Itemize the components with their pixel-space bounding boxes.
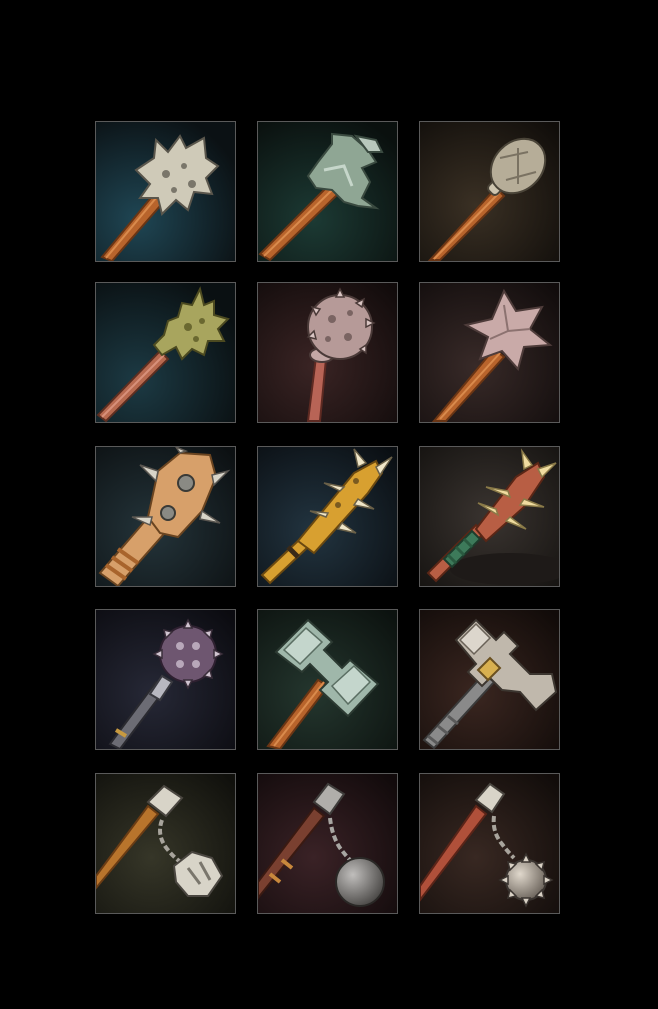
ribbed-steel-mace-icon: [420, 122, 559, 261]
inventory-slot-8[interactable]: [257, 446, 398, 587]
inventory-slot-2[interactable]: [257, 121, 398, 262]
inventory-slot-5[interactable]: [257, 282, 398, 423]
spiked-wooden-club-icon: [96, 447, 235, 586]
spiked-bronze-mace-icon: [96, 283, 235, 422]
spiked-stone-mace-icon: [96, 122, 235, 261]
inventory-slot-3[interactable]: [419, 121, 560, 262]
inventory-slot-14[interactable]: [257, 773, 398, 914]
inventory-slot-15[interactable]: [419, 773, 560, 914]
inventory-slot-13[interactable]: [95, 773, 236, 914]
spiked-ball-flail-icon: [420, 774, 559, 913]
claw-head-flail-icon: [96, 774, 235, 913]
inventory-slot-11[interactable]: [257, 609, 398, 750]
gold-banded-war-hammer-icon: [420, 610, 559, 749]
inventory-slot-6[interactable]: [419, 282, 560, 423]
bone-spiked-club-icon: [258, 447, 397, 586]
inventory-slot-1[interactable]: [95, 121, 236, 262]
weapon-icon-grid: [95, 121, 560, 916]
thorned-crimson-club-icon: [420, 447, 559, 586]
star-head-mace-icon: [420, 283, 559, 422]
inventory-slot-4[interactable]: [95, 282, 236, 423]
flanged-iron-mace-icon: [258, 122, 397, 261]
purple-spiked-flail-mace-icon: [96, 610, 235, 749]
inventory-slot-12[interactable]: [419, 609, 560, 750]
jade-war-hammer-icon: [258, 610, 397, 749]
ball-and-chain-flail-icon: [258, 774, 397, 913]
inventory-slot-7[interactable]: [95, 446, 236, 587]
inventory-slot-10[interactable]: [95, 609, 236, 750]
studded-morning-star-icon: [258, 283, 397, 422]
inventory-slot-9[interactable]: [419, 446, 560, 587]
